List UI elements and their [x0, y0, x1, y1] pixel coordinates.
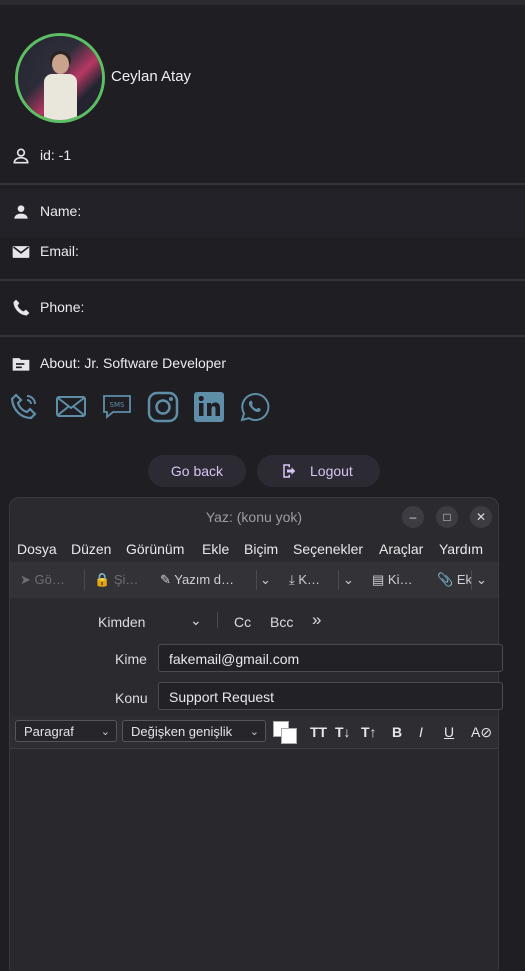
profile-panel: Ceylan Atay id: -1 Name: Email: Phone: A…	[0, 5, 525, 495]
clear-format-icon[interactable]: A⊘	[471, 724, 492, 741]
minimize-button[interactable]: –	[402, 506, 424, 528]
svg-text:SMS: SMS	[110, 401, 125, 409]
email-label: Email:	[40, 243, 79, 259]
from-label: Kimden	[98, 614, 146, 630]
message-body[interactable]	[10, 748, 498, 971]
underline-icon[interactable]: U	[444, 724, 454, 740]
menu-ekle[interactable]: Ekle	[202, 541, 229, 557]
save-button[interactable]: ⤓ K…	[289, 572, 320, 588]
email-row: Email:	[0, 229, 525, 277]
avatar	[15, 33, 105, 123]
cc-button[interactable]: Cc	[234, 614, 251, 630]
bold-icon[interactable]: B	[392, 724, 402, 740]
font-select[interactable]: Değişken genişlik ⌄	[122, 720, 266, 742]
toolbar-separator	[256, 570, 257, 590]
envelope-icon[interactable]	[55, 391, 87, 421]
subject-field[interactable]: Support Request	[158, 682, 503, 710]
menu-secenekler[interactable]: Seçenekler	[293, 541, 363, 557]
phone-icon	[13, 299, 30, 316]
attach-button[interactable]: 📎 Ek	[437, 572, 472, 588]
more-fields-button[interactable]: »	[312, 610, 321, 630]
person-outline-icon	[13, 148, 29, 164]
mail-icon	[12, 246, 30, 258]
menu-araclar[interactable]: Araçlar	[379, 541, 423, 557]
contacts-button[interactable]: ▤ Ki…	[372, 572, 412, 588]
about-label: About: Jr. Software Developer	[40, 355, 226, 371]
phone-label: Phone:	[40, 299, 85, 315]
divider	[0, 335, 525, 337]
toolbar-separator	[84, 570, 85, 590]
person-icon	[14, 205, 28, 219]
paragraph-select[interactable]: Paragraf ⌄	[15, 720, 117, 742]
id-label: id: -1	[40, 147, 72, 163]
logout-label: Logout	[310, 463, 353, 479]
font-size-icon[interactable]: TT	[310, 724, 327, 740]
compose-window: Yaz: (konu yok) – □ ✕ Dosya Düzen Görünü…	[9, 497, 503, 971]
divider	[0, 183, 525, 185]
window-title: Yaz: (konu yok)	[205, 509, 303, 525]
logout-icon	[283, 464, 296, 478]
encrypt-button[interactable]: 🔒 Şi…	[94, 572, 138, 588]
folder-note-icon	[12, 358, 30, 371]
background-color-swatch[interactable]	[281, 728, 297, 744]
to-field[interactable]: fakemail@gmail.com	[158, 644, 503, 672]
increase-size-icon[interactable]: T↑	[361, 724, 377, 740]
save-dropdown-icon[interactable]: ⌄	[343, 572, 354, 588]
decrease-size-icon[interactable]: T↓	[335, 724, 351, 740]
title-bar[interactable]: Yaz: (konu yok) – □ ✕	[10, 498, 498, 536]
name-label: Name:	[40, 203, 82, 219]
phone-row: Phone:	[0, 285, 525, 333]
menu-bicim[interactable]: Biçim	[244, 541, 278, 557]
about-row: About: Jr. Software Developer	[0, 341, 525, 389]
format-bar: Paragraf ⌄ Değişken genişlik ⌄ TT T↓ T↑ B …	[10, 716, 498, 748]
logout-button[interactable]: Logout	[257, 455, 380, 487]
sms-icon[interactable]: SMS	[101, 391, 133, 421]
subject-label: Konu	[115, 690, 148, 706]
go-back-button[interactable]: Go back	[148, 455, 246, 487]
profile-name: Ceylan Atay	[111, 68, 192, 85]
bcc-button[interactable]: Bcc	[270, 614, 293, 630]
italic-icon[interactable]: I	[419, 724, 423, 740]
menu-dosya[interactable]: Dosya	[17, 541, 57, 557]
close-button[interactable]: ✕	[470, 506, 492, 528]
header-separator	[217, 612, 218, 628]
spelling-dropdown-icon[interactable]: ⌄	[260, 572, 271, 588]
attach-dropdown-icon[interactable]: ⌄	[476, 572, 487, 588]
toolbar-separator	[471, 570, 472, 590]
menu-bar: Dosya Düzen Görünüm Ekle Biçim Seçenekle…	[10, 536, 498, 562]
whatsapp-icon[interactable]	[239, 391, 271, 423]
menu-yardim[interactable]: Yardım	[439, 541, 483, 557]
id-row: id: -1	[0, 133, 525, 181]
divider	[0, 279, 525, 281]
to-label: Kime	[115, 651, 147, 667]
menu-gorunum[interactable]: Görünüm	[126, 541, 184, 557]
send-button[interactable]: ➤ Gö…	[20, 572, 65, 588]
menu-duzen[interactable]: Düzen	[71, 541, 111, 557]
from-dropdown-icon[interactable]: ⌄	[190, 612, 202, 629]
phone-call-icon[interactable]	[10, 391, 40, 421]
instagram-icon[interactable]	[147, 391, 179, 423]
spelling-button[interactable]: ✎ Yazım d…	[160, 572, 234, 588]
toolbar-separator	[338, 570, 339, 590]
linkedin-icon[interactable]	[193, 391, 225, 423]
compose-toolbar: ➤ Gö… 🔒 Şi… ✎ Yazım d… ⌄ ⤓ K… ⌄ ▤ Ki… 📎 …	[10, 562, 498, 598]
maximize-button[interactable]: □	[436, 506, 458, 528]
